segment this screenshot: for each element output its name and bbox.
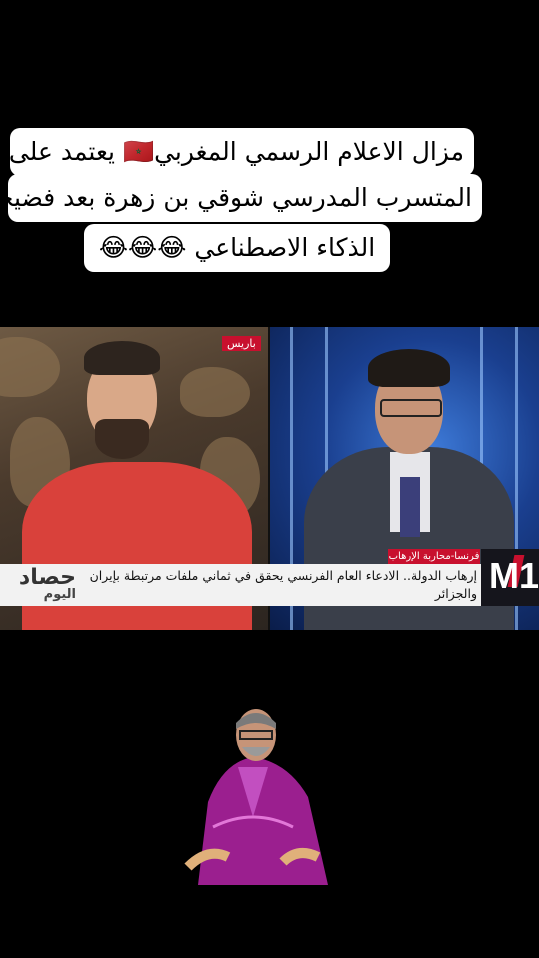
channel-logo-icon: M1 xyxy=(481,549,539,606)
man-in-djellaba-icon xyxy=(168,707,338,885)
ticker-category: فرنسا-محاربة الإرهاب xyxy=(388,549,480,564)
channel-logo-text: M1 xyxy=(489,555,539,596)
program-logo: حصاد اليوم xyxy=(4,565,84,603)
program-logo-line2: اليوم xyxy=(43,587,76,602)
caption-line-2: المتسرب المدرسي شوقي بن زهرة بعد فضيحة xyxy=(0,174,482,222)
caption-overlay: مزال الاعلام الرسمي المغربي🇲🇦 يعتمد على … xyxy=(0,128,482,288)
news-video-frame[interactable]: باريس فرنسا-محاربة الإرهاب حصاد اليوم إر… xyxy=(0,327,539,630)
news-ticker: حصاد اليوم إرهاب الدولة.. الادعاء العام … xyxy=(0,564,481,606)
caption-line-1: مزال الاعلام الرسمي المغربي🇲🇦 يعتمد على xyxy=(9,128,474,176)
caption-line-3: الذكاء الاصطناعي 😂😂😂 xyxy=(84,224,390,272)
ticker-headline: إرهاب الدولة.. الادعاء العام الفرنسي يحق… xyxy=(89,568,477,601)
location-badge: باريس xyxy=(222,336,261,351)
